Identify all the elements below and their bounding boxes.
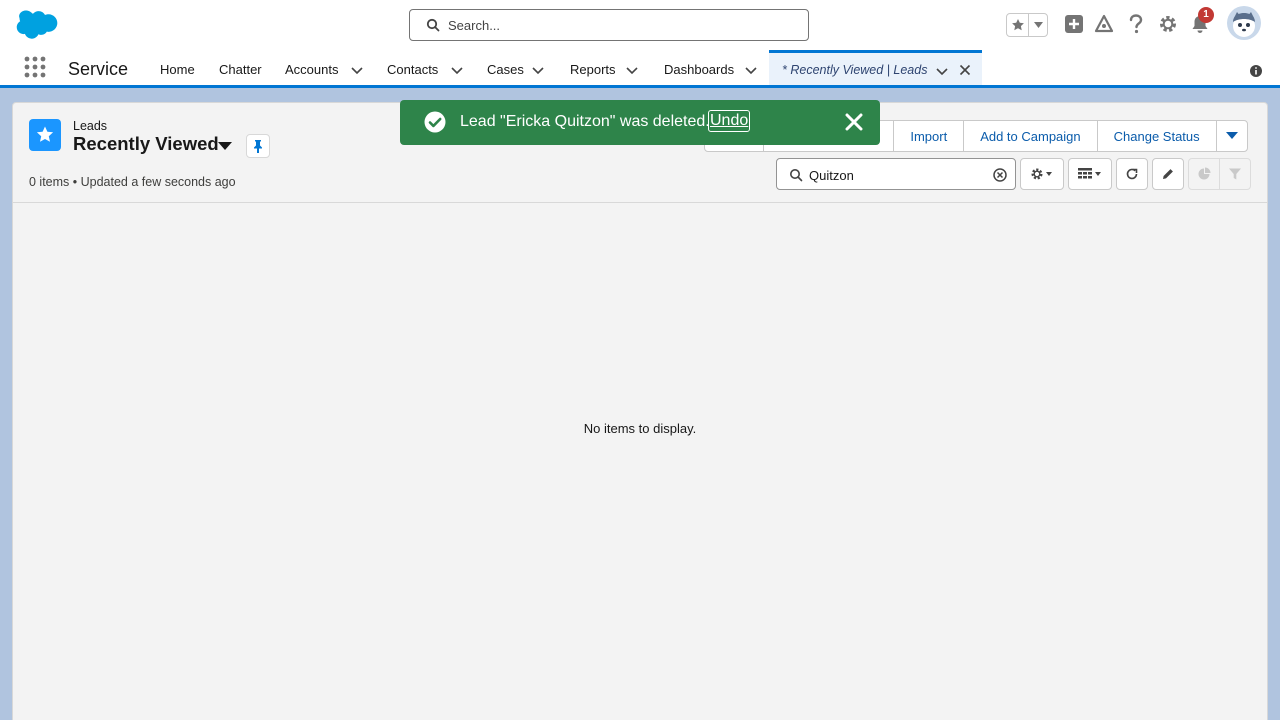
global-header: Search... 1 (0, 0, 1280, 50)
tab-close-icon[interactable] (959, 64, 971, 76)
accounts-chevron-down-icon[interactable] (351, 64, 363, 76)
list-search-field[interactable] (809, 165, 979, 185)
list-search-input[interactable] (776, 158, 1016, 190)
refresh-button[interactable] (1116, 158, 1148, 190)
filter-button[interactable] (1219, 158, 1251, 190)
success-toast: Lead "Ericka Quitzon" was deleted. Undo (400, 100, 880, 145)
table-view-icon (1078, 168, 1101, 179)
help-icon[interactable] (1125, 13, 1147, 35)
list-view-controls-button[interactable] (1020, 158, 1064, 190)
setup-gear-icon[interactable] (1157, 13, 1179, 35)
pin-list-view-button[interactable] (246, 134, 270, 158)
empty-list-message: No items to display. (583, 421, 697, 436)
list-view-picker-chevron-icon[interactable] (218, 141, 232, 151)
edit-pencil-icon (1163, 169, 1173, 179)
trailhead-guidance-icon[interactable] (1093, 13, 1115, 35)
contacts-chevron-down-icon[interactable] (451, 64, 463, 76)
cases-chevron-down-icon[interactable] (532, 64, 544, 76)
list-meta-info: 0 items • Updated a few seconds ago (29, 175, 236, 189)
info-icon[interactable] (1249, 64, 1263, 78)
lead-object-icon (29, 119, 61, 151)
refresh-icon (1126, 168, 1138, 180)
chart-icon (1198, 167, 1211, 180)
favorite-star-icon[interactable] (1007, 14, 1029, 36)
nav-item-accounts[interactable]: Accounts (285, 62, 338, 77)
import-button[interactable]: Import (893, 120, 965, 152)
add-to-campaign-button[interactable]: Add to Campaign (963, 120, 1098, 152)
object-label: Leads (73, 119, 108, 133)
pin-icon (254, 140, 262, 153)
header-icons (0, 8, 1280, 44)
nav-item-cases[interactable]: Cases (487, 62, 524, 77)
settings-gear-icon (1031, 168, 1052, 180)
list-search-icon (790, 169, 803, 182)
display-as-button[interactable] (1068, 158, 1112, 190)
notification-count-badge: 1 (1198, 7, 1214, 23)
nav-item-dashboards[interactable]: Dashboards (664, 62, 734, 77)
app-name: Service (68, 59, 129, 79)
more-actions-button[interactable] (1215, 120, 1248, 152)
dashboards-chevron-down-icon[interactable] (745, 64, 757, 76)
success-check-icon (424, 111, 446, 133)
more-actions-chevron-icon (1225, 132, 1238, 139)
tab-recently-viewed-leads[interactable]: * Recently Viewed | Leads (769, 50, 982, 85)
favorites-dropdown-icon[interactable] (1029, 14, 1047, 36)
show-charts-button[interactable] (1188, 158, 1220, 190)
inline-edit-button[interactable] (1152, 158, 1184, 190)
reports-chevron-down-icon[interactable] (626, 64, 638, 76)
list-view-title[interactable]: Recently Viewed (73, 133, 219, 155)
user-avatar[interactable] (1227, 6, 1261, 40)
toast-message: Lead "Ericka Quitzon" was deleted. (460, 113, 710, 130)
favorites-button-group (1006, 13, 1048, 37)
clear-search-icon[interactable] (993, 168, 1007, 182)
toast-close-icon[interactable] (844, 112, 864, 132)
active-tab-label: * Recently Viewed | Leads (782, 63, 928, 77)
navigation-bar: Service Home Chatter Accounts Contacts C… (0, 50, 1280, 88)
nav-item-reports[interactable]: Reports (570, 62, 616, 77)
app-launcher-icon[interactable] (24, 56, 46, 78)
change-status-button[interactable]: Change Status (1096, 120, 1217, 152)
filter-icon (1229, 168, 1241, 180)
chart-filter-button-group (1188, 158, 1252, 190)
list-view-card: Leads Recently Viewed 0 items • Updated … (12, 102, 1268, 720)
nav-item-home[interactable]: Home (160, 62, 195, 77)
global-actions-add-icon[interactable] (1063, 13, 1085, 35)
undo-link[interactable]: Undo (708, 110, 751, 132)
nav-item-chatter[interactable]: Chatter (219, 62, 262, 77)
nav-item-contacts[interactable]: Contacts (387, 62, 438, 77)
tab-chevron-down-icon[interactable] (936, 65, 948, 77)
